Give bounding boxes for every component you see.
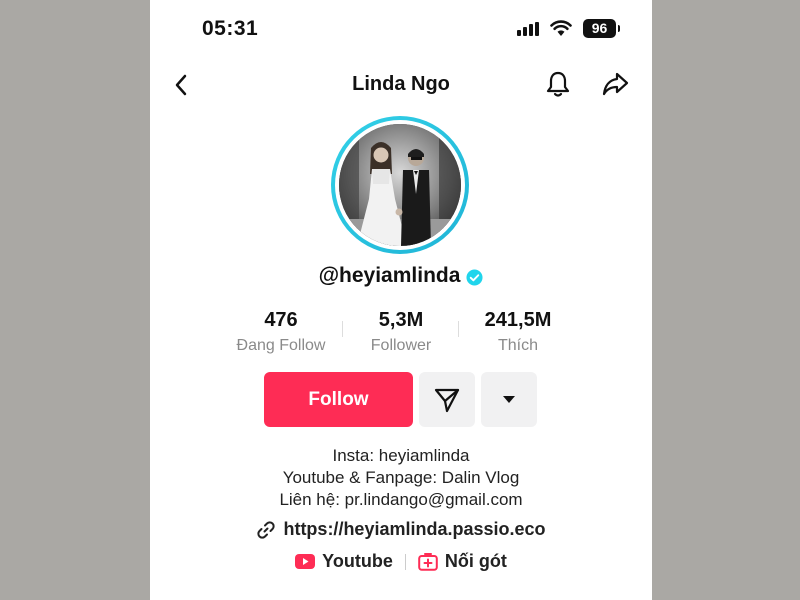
social-links: Youtube Nối gót <box>150 551 652 572</box>
bio-line: Youtube & Fanpage: Dalin Vlog <box>282 468 520 487</box>
stat-label: Thích <box>497 337 538 354</box>
verified-badge-icon <box>466 269 483 286</box>
social-divider <box>404 553 406 570</box>
status-time: 05:31 <box>202 17 259 40</box>
bio-link-text: https://heyiamlinda.passio.eco <box>283 519 546 539</box>
profile-stats: 476 Đang Follow 5,3M Follower 241,5M Thí… <box>150 309 652 359</box>
stat-label: Đang Follow <box>236 337 326 354</box>
message-button[interactable] <box>419 372 475 427</box>
youtube-link[interactable]: Youtube <box>295 551 393 572</box>
add-video-icon <box>418 552 438 571</box>
bio-link[interactable]: https://heyiamlinda.passio.eco <box>150 519 652 540</box>
stat-divider <box>342 321 343 337</box>
more-options-button[interactable] <box>481 372 537 427</box>
social-label: Youtube <box>322 551 393 571</box>
stat-followers[interactable]: 5,3M Follower <box>353 309 449 355</box>
bell-icon[interactable] <box>543 69 573 99</box>
signal-icon <box>517 22 539 36</box>
bio-line: Insta: heyiamlinda <box>332 446 470 465</box>
battery-icon: 96 <box>583 19 620 38</box>
stat-value: 5,3M <box>378 309 424 331</box>
avatar-photo <box>339 124 461 246</box>
avatar-ring[interactable] <box>331 116 469 254</box>
profile-screen: 05:31 96 Linda Ngo @heyiamlinda 476 Đang… <box>150 0 652 600</box>
username: @heyiamlinda <box>318 264 461 287</box>
link-icon <box>257 520 276 539</box>
avatar <box>339 124 461 246</box>
follow-button[interactable]: Follow <box>264 372 413 427</box>
add-video-link[interactable]: Nối gót <box>418 551 507 572</box>
caret-down-icon <box>503 395 515 403</box>
send-icon <box>434 388 460 412</box>
stat-value: 476 <box>264 309 298 331</box>
stat-following[interactable]: 476 Đang Follow <box>226 309 336 355</box>
page-title: Linda Ngo <box>352 73 450 95</box>
stat-value: 241,5M <box>484 309 552 331</box>
bio-line: Liên hệ: pr.lindango@gmail.com <box>279 490 523 509</box>
stat-divider <box>458 321 459 337</box>
youtube-icon <box>295 554 316 569</box>
share-icon[interactable] <box>600 69 630 99</box>
social-label: Nối gót <box>444 551 507 571</box>
profile-bio: Insta: heyiamlinda Youtube & Fanpage: Da… <box>150 445 652 511</box>
stat-label: Follower <box>370 337 432 354</box>
stat-likes[interactable]: 241,5M Thích <box>468 309 568 355</box>
wifi-icon <box>550 20 572 36</box>
